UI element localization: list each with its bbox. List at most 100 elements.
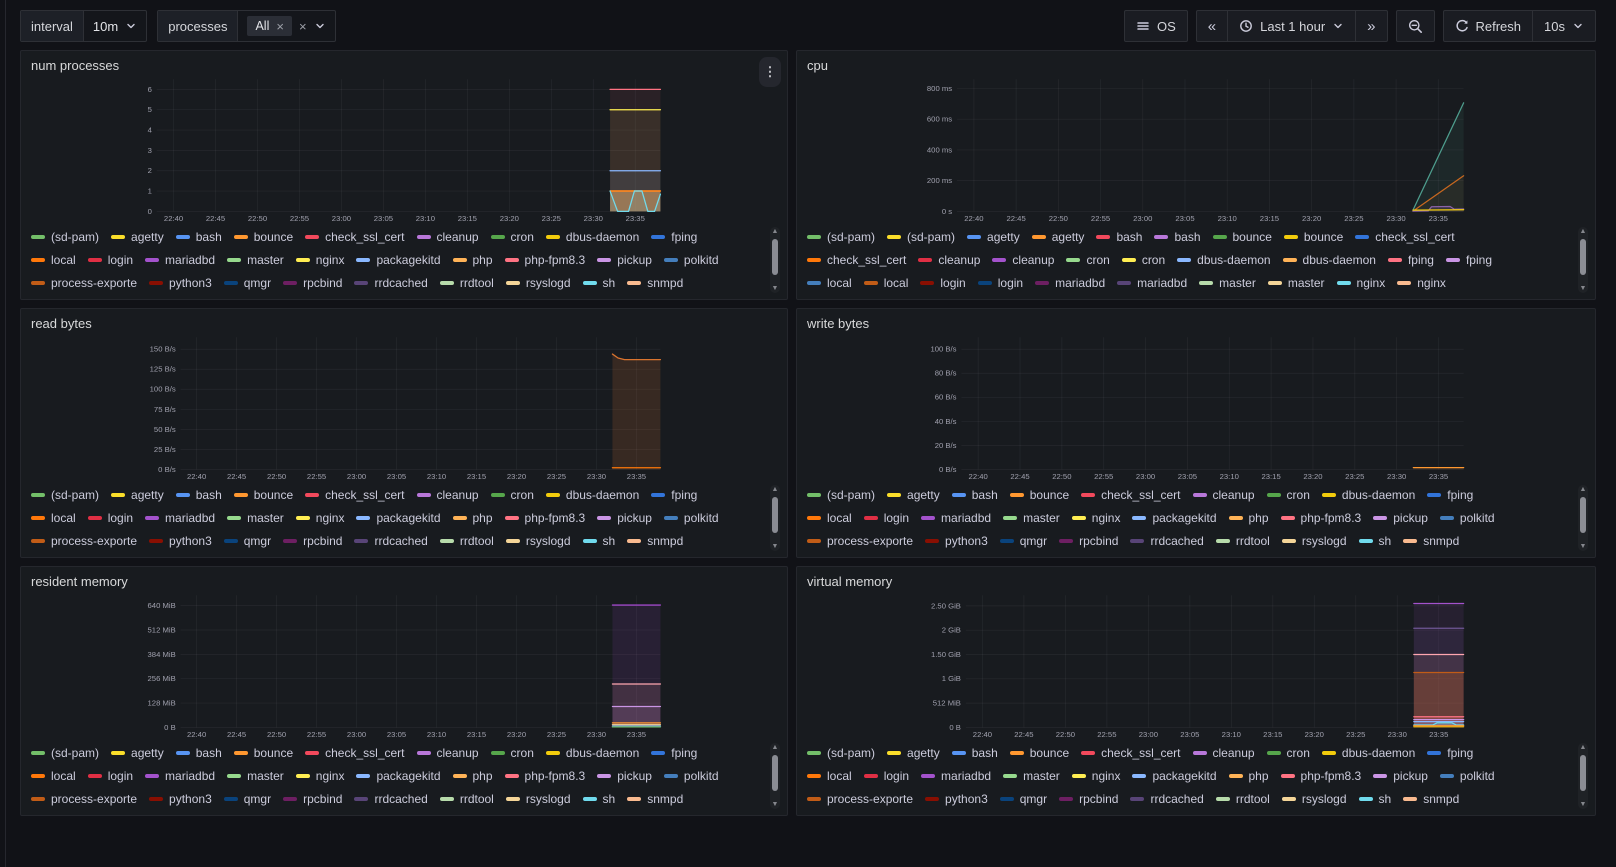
legend-item[interactable]: local (807, 769, 852, 783)
legend-scrollbar[interactable]: ▲▼ (770, 485, 780, 551)
legend-scrollbar[interactable]: ▲▼ (770, 227, 780, 293)
legend-item[interactable]: bounce (1213, 230, 1272, 244)
legend-item[interactable]: master (227, 253, 284, 267)
legend-item[interactable]: agetty (967, 230, 1020, 244)
legend-item[interactable]: dbus-daemon (546, 746, 639, 760)
legend-item[interactable]: cleanup (417, 746, 479, 760)
legend-item[interactable]: php (453, 511, 493, 525)
legend-item[interactable]: check_ssl_cert (807, 253, 906, 267)
legend-item[interactable]: (sd-pam) (807, 488, 875, 502)
chart-write-bytes[interactable]: 0 B/s20 B/s40 B/s60 B/s80 B/s100 B/s22:4… (801, 333, 1589, 482)
clear-selection-icon[interactable]: × (299, 20, 307, 33)
legend-item[interactable]: php (453, 769, 493, 783)
legend-item[interactable]: polkitd (664, 511, 719, 525)
legend-item[interactable]: login (978, 276, 1023, 290)
legend-item[interactable]: master (1003, 769, 1060, 783)
legend-item[interactable]: process-exporte (807, 534, 913, 548)
panel-title[interactable]: resident memory (31, 574, 128, 589)
legend-item[interactable]: php-fpm8.3 (505, 769, 586, 783)
legend-item[interactable]: dbus-daemon (1283, 253, 1376, 267)
legend-item[interactable]: dbus-daemon (546, 230, 639, 244)
legend-item[interactable]: rrdcached (354, 276, 427, 290)
scroll-up-icon[interactable]: ▲ (770, 486, 780, 493)
legend-item[interactable]: (sd-pam) (31, 746, 99, 760)
legend-item[interactable]: qmgr (1000, 792, 1047, 806)
scrollbar-thumb[interactable] (772, 497, 778, 533)
legend-item[interactable]: bounce (1010, 488, 1069, 502)
legend-item[interactable]: php (1229, 511, 1269, 525)
legend-item[interactable]: cron (1267, 488, 1310, 502)
legend-item[interactable]: process-exporte (807, 792, 913, 806)
legend-item[interactable]: cleanup (992, 253, 1054, 267)
legend-item[interactable]: master (1199, 276, 1256, 290)
legend-item[interactable]: rrdcached (354, 792, 427, 806)
legend-item[interactable]: rpcbind (283, 276, 342, 290)
scrollbar-thumb[interactable] (1580, 239, 1586, 275)
legend-item[interactable]: dbus-daemon (1322, 488, 1415, 502)
legend-item[interactable]: nginx (296, 769, 345, 783)
legend-item[interactable]: check_ssl_cert (1081, 488, 1180, 502)
legend-item[interactable]: agetty (1032, 230, 1085, 244)
legend-item[interactable]: dbus-daemon (546, 488, 639, 502)
legend-item[interactable]: pickup (1373, 511, 1428, 525)
legend-item[interactable]: cron (1122, 253, 1165, 267)
legend-item[interactable]: bounce (234, 488, 293, 502)
legend-item[interactable]: agetty (887, 488, 940, 502)
legend-item[interactable]: rrdtool (440, 276, 494, 290)
legend-item[interactable]: bash (176, 746, 222, 760)
legend-item[interactable]: rrdtool (1216, 534, 1270, 548)
legend-item[interactable]: cron (1066, 253, 1109, 267)
variable-processes-dropdown[interactable]: All × × (238, 11, 334, 41)
legend-item[interactable]: rpcbind (1059, 792, 1118, 806)
legend-item[interactable]: mariadbd (1035, 276, 1105, 290)
legend-item[interactable]: bash (1096, 230, 1142, 244)
legend-item[interactable]: (sd-pam) (31, 488, 99, 502)
legend-item[interactable]: mariadbd (145, 511, 215, 525)
legend-item[interactable]: agetty (111, 488, 164, 502)
scroll-up-icon[interactable]: ▲ (770, 228, 780, 235)
legend-item[interactable]: nginx (296, 511, 345, 525)
legend-item[interactable]: bounce (234, 746, 293, 760)
scrollbar-thumb[interactable] (772, 239, 778, 275)
legend-item[interactable]: login (88, 253, 133, 267)
legend-item[interactable]: (sd-pam) (31, 230, 99, 244)
legend-item[interactable]: php (1229, 769, 1269, 783)
legend-item[interactable]: bounce (1284, 230, 1343, 244)
legend-item[interactable]: login (88, 511, 133, 525)
legend-item[interactable]: nginx (296, 253, 345, 267)
legend-item[interactable]: process-exporte (31, 276, 137, 290)
legend-scrollbar[interactable]: ▲▼ (1578, 743, 1588, 809)
scroll-up-icon[interactable]: ▲ (1578, 228, 1588, 235)
scroll-down-icon[interactable]: ▼ (770, 543, 780, 550)
legend-item[interactable]: bash (1154, 230, 1200, 244)
legend-scrollbar[interactable]: ▲▼ (770, 743, 780, 809)
legend-item[interactable]: php-fpm8.3 (505, 511, 586, 525)
legend-item[interactable]: php-fpm8.3 (1281, 769, 1362, 783)
legend-item[interactable]: mariadbd (145, 253, 215, 267)
legend-item[interactable]: mariadbd (145, 769, 215, 783)
legend-item[interactable]: dbus-daemon (1177, 253, 1270, 267)
panel-title[interactable]: read bytes (31, 316, 92, 331)
legend-item[interactable]: master (1003, 511, 1060, 525)
legend-item[interactable]: python3 (149, 792, 212, 806)
legend-item[interactable]: check_ssl_cert (1355, 230, 1454, 244)
os-menu-button[interactable]: OS (1124, 10, 1188, 42)
legend-item[interactable]: fping (1427, 746, 1473, 760)
zoom-out-button[interactable] (1396, 10, 1435, 42)
legend-item[interactable]: rsyslogd (1282, 534, 1347, 548)
legend-item[interactable]: cleanup (1193, 488, 1255, 502)
legend-item[interactable]: polkitd (1440, 769, 1495, 783)
scrollbar-thumb[interactable] (772, 755, 778, 791)
legend-item[interactable]: bash (952, 746, 998, 760)
legend-item[interactable]: packagekitd (1132, 769, 1216, 783)
variable-interval-dropdown[interactable]: 10m (84, 11, 146, 41)
legend-item[interactable]: snmpd (627, 534, 683, 548)
scroll-down-icon[interactable]: ▼ (770, 285, 780, 292)
legend-item[interactable]: login (864, 511, 909, 525)
legend-item[interactable]: rrdcached (1130, 792, 1203, 806)
legend-item[interactable]: snmpd (1403, 792, 1459, 806)
legend-item[interactable]: fping (651, 230, 697, 244)
legend-item[interactable]: master (227, 769, 284, 783)
legend-item[interactable]: python3 (149, 534, 212, 548)
legend-item[interactable]: qmgr (224, 792, 271, 806)
